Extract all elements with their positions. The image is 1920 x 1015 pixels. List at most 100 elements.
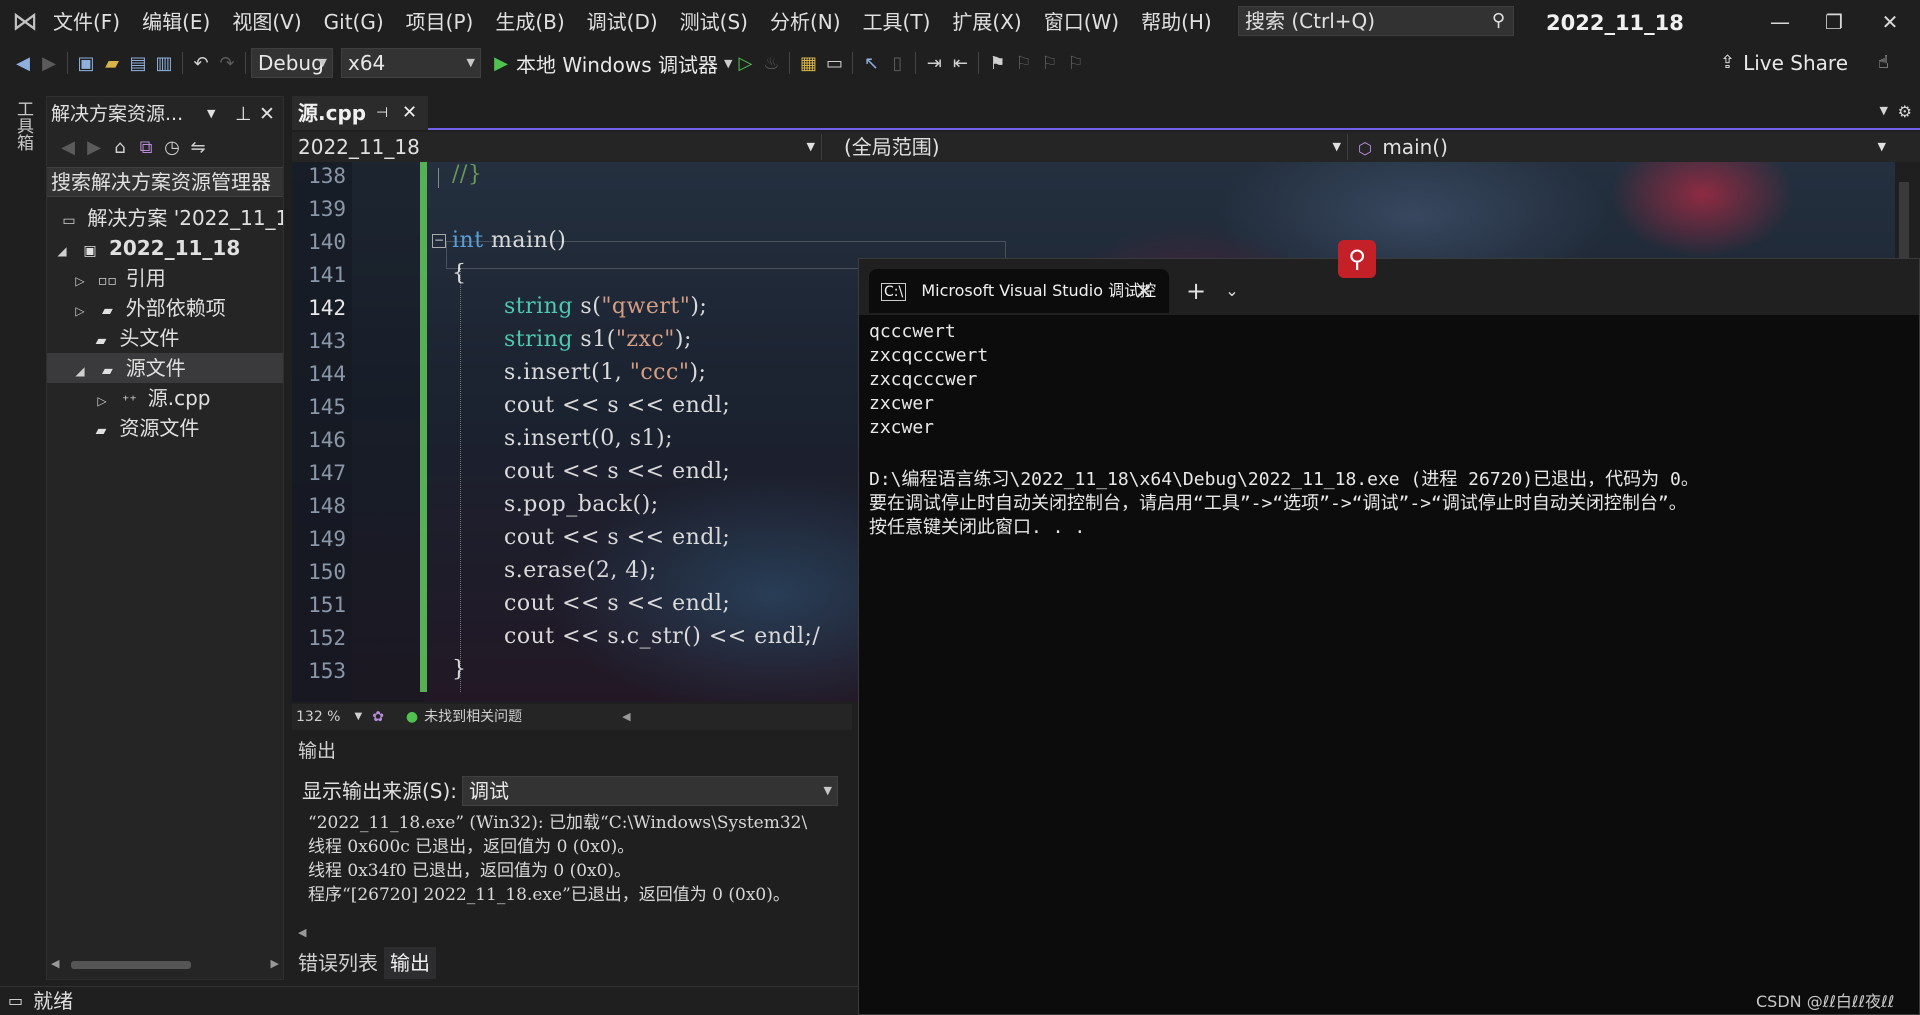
- menu-build[interactable]: 生成(B): [484, 0, 575, 44]
- bookmark-clear-icon[interactable]: ⚐: [1065, 53, 1085, 74]
- platform-select[interactable]: x64 ▼: [341, 48, 481, 78]
- window-layout-icon[interactable]: ▭: [824, 53, 844, 74]
- scrollbar-thumb[interactable]: [71, 961, 191, 969]
- console-line: zxcwer: [869, 417, 935, 438]
- scroll-left-icon[interactable]: ◀: [298, 926, 306, 939]
- solution-search-input[interactable]: 搜索解决方案资源管理器: [47, 167, 283, 197]
- start-without-debug-icon[interactable]: ▷: [735, 53, 755, 74]
- open-file-icon[interactable]: ▰: [102, 53, 122, 74]
- tab-error-list[interactable]: 错误列表: [292, 947, 384, 979]
- console-tab[interactable]: C:\ Microsoft Visual Studio 调试控: [869, 269, 1169, 313]
- menu-view[interactable]: 视图(V): [221, 0, 312, 44]
- scroll-right-icon[interactable]: ▶: [271, 957, 279, 970]
- new-project-icon[interactable]: ▣: [76, 53, 96, 74]
- menu-edit[interactable]: 编辑(E): [131, 0, 221, 44]
- tree-item-resource-files[interactable]: ▰ 资源文件: [47, 413, 283, 443]
- forward-icon[interactable]: ▶: [84, 137, 104, 158]
- tree-item-header-files[interactable]: ▰ 头文件: [47, 323, 283, 353]
- menu-extensions[interactable]: 扩展(X): [941, 0, 1032, 44]
- menu-git[interactable]: Git(G): [313, 0, 395, 44]
- configuration-select[interactable]: Debug ▼: [251, 48, 333, 78]
- toolbox-tab[interactable]: 工具箱: [12, 100, 36, 151]
- tab-output[interactable]: 输出: [384, 947, 436, 979]
- intellicode-icon[interactable]: ✿: [372, 704, 384, 730]
- navigate-forward-icon[interactable]: ▶: [39, 53, 59, 74]
- navigate-back-icon[interactable]: ◀: [13, 53, 33, 74]
- hot-reload-icon[interactable]: ♨: [761, 53, 781, 74]
- collapsed-arrow-icon[interactable]: ▷: [93, 386, 111, 413]
- bookmark-prev-icon[interactable]: ⚐: [1013, 53, 1033, 74]
- indent-guide: [460, 268, 461, 692]
- code-text: s(: [572, 294, 602, 319]
- feedback-icon[interactable]: ☝: [1878, 44, 1889, 82]
- magnifier-icon[interactable]: ⚲: [1338, 240, 1376, 278]
- save-icon[interactable]: ▤: [128, 53, 148, 74]
- menu-project[interactable]: 项目(P): [395, 0, 485, 44]
- debug-console-window[interactable]: C:\ Microsoft Visual Studio 调试控 ✕ + ⌄ qc…: [858, 258, 1920, 1015]
- menu-help[interactable]: 帮助(H): [1130, 0, 1223, 44]
- output-horizontal-scrollbar[interactable]: ◀: [292, 924, 858, 942]
- tree-item-references[interactable]: ▷ ▫▫ 引用: [47, 263, 283, 293]
- scroll-left-icon[interactable]: ◀: [622, 704, 630, 730]
- tree-item-source-files[interactable]: ◢ ▰ 源文件: [47, 353, 283, 383]
- sync-icon[interactable]: ⇋: [188, 137, 208, 158]
- undo-icon[interactable]: ↶: [191, 53, 211, 74]
- chevron-down-icon[interactable]: ▼: [207, 97, 215, 131]
- horizontal-scrollbar[interactable]: ◀ ▶: [51, 955, 279, 975]
- pointer-tool-icon[interactable]: ↖: [861, 53, 881, 74]
- expanded-arrow-icon[interactable]: ◢: [71, 356, 89, 383]
- tree-item-solution[interactable]: ▭ 解决方案 '2022_11_18': [47, 203, 283, 233]
- gear-icon[interactable]: ⚙: [1898, 102, 1912, 121]
- tab-source-cpp[interactable]: 源.cpp ⊣ ✕: [292, 96, 428, 130]
- menu-file[interactable]: 文件(F): [42, 0, 131, 44]
- tree-item-external-deps[interactable]: ▷ ▰ 外部依赖项: [47, 293, 283, 323]
- add-tab-icon[interactable]: +: [1181, 271, 1211, 311]
- menu-analyze[interactable]: 分析(N): [759, 0, 852, 44]
- close-window-button[interactable]: ✕: [1862, 0, 1918, 44]
- menu-debug[interactable]: 调试(D): [576, 0, 669, 44]
- history-icon[interactable]: ◷: [162, 137, 182, 158]
- live-share-button[interactable]: ⇪ Live Share ☝: [1720, 44, 1889, 82]
- close-icon[interactable]: ✕: [259, 97, 275, 131]
- menu-test[interactable]: 测试(S): [669, 0, 759, 44]
- pin-icon[interactable]: ⊣: [376, 96, 388, 130]
- chevron-down-icon[interactable]: ▼: [724, 57, 732, 70]
- back-icon[interactable]: ◀: [58, 137, 78, 158]
- bookmark-icon[interactable]: ⚑: [987, 53, 1007, 74]
- close-icon[interactable]: ✕: [1127, 269, 1161, 313]
- indent-icon[interactable]: ⇥: [924, 53, 944, 74]
- tab-list-dropdown-icon[interactable]: ▼: [1880, 104, 1888, 117]
- menu-tools[interactable]: 工具(T): [852, 0, 942, 44]
- menu-window[interactable]: 窗口(W): [1033, 0, 1130, 44]
- run-debugger-button[interactable]: 本地 Windows 调试器: [516, 49, 718, 78]
- vs-switch-icon[interactable]: ⧉: [136, 137, 156, 158]
- issues-status[interactable]: 未找到相关问题: [424, 704, 522, 730]
- tree-item-source-cpp[interactable]: ▷ ⁺⁺ 源.cpp: [47, 383, 283, 413]
- start-debug-icon[interactable]: ▶: [491, 53, 511, 74]
- expanded-arrow-icon[interactable]: ◢: [53, 236, 71, 263]
- global-scope-select[interactable]: (全局范围) ▼: [826, 134, 1348, 160]
- zoom-level[interactable]: 132 %: [296, 704, 340, 730]
- redo-icon[interactable]: ↷: [217, 53, 237, 74]
- collapsed-arrow-icon[interactable]: ▷: [71, 266, 89, 293]
- close-tab-icon[interactable]: ✕: [402, 96, 417, 130]
- minimize-button[interactable]: —: [1752, 0, 1808, 44]
- pin-icon[interactable]: ⊥: [235, 97, 252, 131]
- bookmark-next-icon[interactable]: ⚐: [1039, 53, 1059, 74]
- comment-tool-icon[interactable]: ▯: [887, 53, 907, 74]
- browse-icon[interactable]: ▦: [798, 53, 818, 74]
- project-scope-select[interactable]: 2022_11_18 ▼: [292, 134, 822, 160]
- scroll-left-icon[interactable]: ◀: [51, 957, 59, 970]
- home-icon[interactable]: ⌂: [110, 137, 130, 158]
- search-box[interactable]: 搜索 (Ctrl+Q) ⚲: [1238, 6, 1514, 36]
- save-all-icon[interactable]: ▥: [154, 53, 174, 74]
- chevron-down-icon[interactable]: ⌄: [1217, 271, 1247, 311]
- collapsed-arrow-icon[interactable]: ▷: [71, 296, 89, 323]
- member-select[interactable]: ⬡ main() ▼: [1352, 134, 1892, 160]
- collapse-toggle-icon[interactable]: −: [432, 234, 446, 248]
- restore-button[interactable]: ❐: [1806, 0, 1862, 44]
- tree-item-project[interactable]: ◢ ▣ 2022_11_18: [47, 233, 283, 263]
- chevron-down-icon[interactable]: ▼: [354, 704, 362, 730]
- output-source-select[interactable]: 调试 ▼: [462, 776, 838, 806]
- outdent-icon[interactable]: ⇤: [950, 53, 970, 74]
